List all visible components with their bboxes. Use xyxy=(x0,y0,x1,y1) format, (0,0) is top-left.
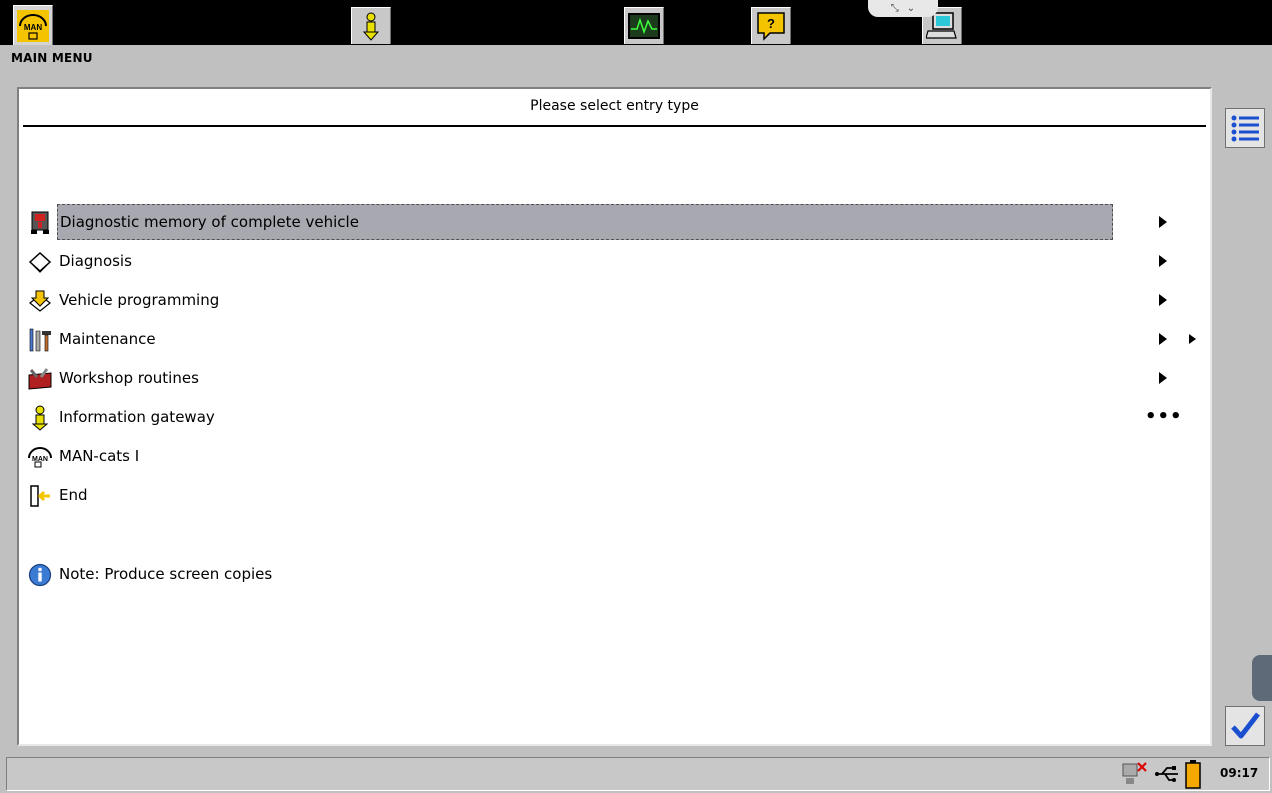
help-question-icon: ? xyxy=(757,12,785,41)
note-label: Note: Produce screen copies xyxy=(59,565,273,583)
svg-text:MAN: MAN xyxy=(24,23,42,32)
restore-icon[interactable]: ⤡ xyxy=(891,3,899,14)
svg-text:?: ? xyxy=(767,16,775,31)
help-button[interactable]: ? xyxy=(751,7,791,44)
menu-item-workshop-routines[interactable]: Workshop routines xyxy=(23,360,1203,396)
menu-item-diagnostic-memory[interactable]: Diagnostic memory of complete vehicle xyxy=(23,204,1203,240)
submenu-arrow-icon xyxy=(1159,216,1167,228)
menu-item-label: Vehicle programming xyxy=(59,291,220,309)
submenu-arrow-icon xyxy=(1159,372,1167,384)
info-person-icon xyxy=(27,405,53,431)
menu-item-information-gateway[interactable]: Information gateway ••• xyxy=(23,399,1203,435)
side-handle-tab[interactable] xyxy=(1252,655,1272,701)
submenu-secondary-arrow-icon xyxy=(1189,334,1196,344)
oscilloscope-icon xyxy=(628,13,660,39)
usb-icon xyxy=(1155,766,1178,782)
submenu-arrow-icon xyxy=(1159,333,1167,345)
workshop-toolbox-icon xyxy=(27,366,53,392)
menu-item-label: Diagnosis xyxy=(59,252,132,270)
section-title: MAIN MENU xyxy=(11,51,93,65)
menu-item-label: MAN-cats I xyxy=(59,447,140,465)
status-icons xyxy=(1120,758,1202,790)
maintenance-tools-icon xyxy=(27,327,53,353)
menu-item-label: End xyxy=(59,486,88,504)
menu-item-label: Information gateway xyxy=(59,408,215,426)
note-screen-copies[interactable]: Note: Produce screen copies xyxy=(23,556,1203,592)
information-button[interactable] xyxy=(351,7,391,44)
list-icon xyxy=(1231,115,1259,142)
programming-download-icon xyxy=(27,288,53,314)
list-view-button[interactable] xyxy=(1225,108,1265,148)
info-circle-icon xyxy=(27,562,53,588)
network-disconnected-icon xyxy=(1122,762,1147,784)
measurement-button[interactable] xyxy=(624,7,664,44)
menu-item-label: Maintenance xyxy=(59,330,156,348)
window-controls[interactable]: ⤡ ⌄ xyxy=(868,0,938,17)
battery-icon xyxy=(1185,760,1201,789)
man-logo-icon: MAN xyxy=(17,9,49,42)
menu-item-end[interactable]: End xyxy=(23,477,1203,513)
man-cats-icon: MAN xyxy=(27,444,53,470)
checkmark-icon xyxy=(1231,712,1260,739)
submenu-arrow-icon xyxy=(1159,255,1167,267)
panel-title: Please select entry type xyxy=(530,98,699,114)
menu-item-label: Workshop routines xyxy=(59,369,199,387)
confirm-button[interactable] xyxy=(1225,706,1265,746)
man-logo-button[interactable]: MAN xyxy=(13,5,53,45)
truck-fault-icon xyxy=(27,210,53,236)
main-panel: Please select entry type Diagnostic memo… xyxy=(17,87,1212,746)
menu-item-diagnosis[interactable]: Diagnosis xyxy=(23,243,1203,279)
exit-door-icon xyxy=(27,483,53,509)
diagnosis-book-icon xyxy=(27,249,53,275)
status-bar xyxy=(6,757,1270,791)
menu-item-maintenance[interactable]: Maintenance xyxy=(23,321,1203,357)
title-divider xyxy=(23,125,1206,127)
ellipsis-indicator: ••• xyxy=(1145,406,1183,427)
menu-item-man-cats[interactable]: MAN MAN-cats I xyxy=(23,438,1203,474)
info-person-icon xyxy=(362,12,380,41)
chevron-down-icon[interactable]: ⌄ xyxy=(907,3,915,14)
top-toolbar: MAN ? ⤡ ⌄ xyxy=(0,0,1272,45)
menu-item-vehicle-programming[interactable]: Vehicle programming xyxy=(23,282,1203,318)
clock: 09:17 xyxy=(1220,766,1259,780)
submenu-arrow-icon xyxy=(1159,294,1167,306)
menu-item-label: Diagnostic memory of complete vehicle xyxy=(57,204,1113,240)
